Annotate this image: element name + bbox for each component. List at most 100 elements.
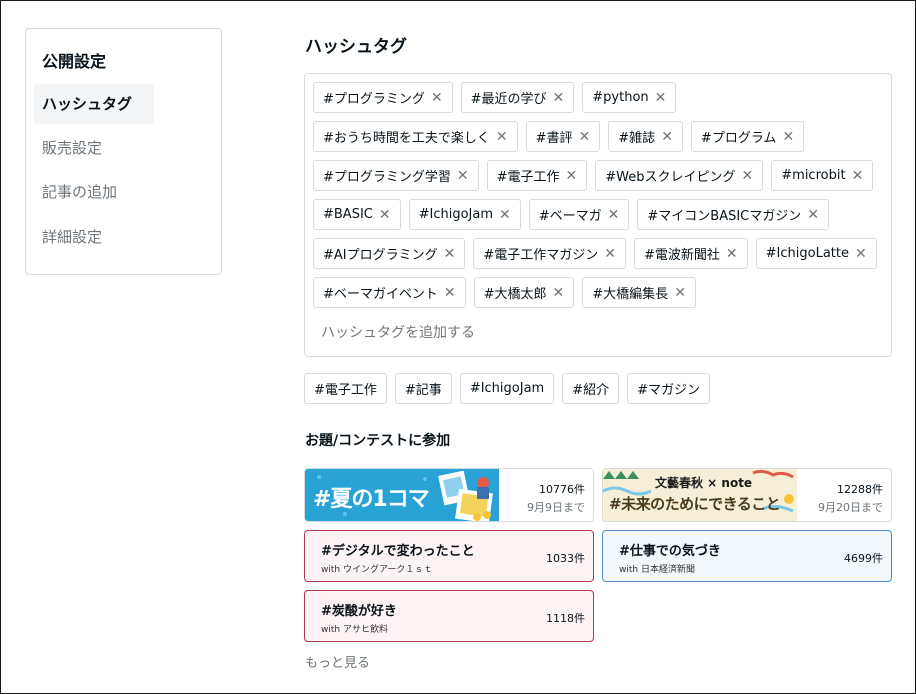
hashtag-chip[interactable]: #電子工作 ✕ [486, 160, 588, 191]
hashtag-chip-label: #IchigoJam [418, 207, 494, 222]
contest-entry-count: 10776件 [539, 483, 585, 496]
sidebar-item-details[interactable]: 詳細設定 [34, 217, 154, 257]
contest-banner-text: #未来のためにできること [609, 495, 781, 513]
hashtag-chip-label: #電子工作 [496, 170, 560, 185]
hashtag-chip[interactable]: #ベーマガ ✕ [528, 199, 630, 230]
hashtag-chip[interactable]: #最近の学び ✕ [460, 82, 575, 113]
remove-hashtag-icon[interactable]: ✕ [655, 90, 667, 106]
contest-title: #仕事での気づき [619, 544, 721, 559]
contest-entry-count: 12288件 [837, 483, 883, 496]
suggested-hashtag-chip[interactable]: #紹介 [562, 373, 620, 404]
remove-hashtag-icon[interactable]: ✕ [579, 129, 591, 145]
remove-hashtag-icon[interactable]: ✕ [726, 246, 738, 262]
hashtag-chip[interactable]: #大橋太郎 ✕ [473, 277, 575, 308]
remove-hashtag-icon[interactable]: ✕ [608, 207, 620, 223]
remove-hashtag-icon[interactable]: ✕ [444, 246, 456, 262]
hashtag-chip-label: #大橋編集長 [592, 287, 669, 302]
hashtag-input-box[interactable]: #プログラミング ✕ #最近の学び ✕ #python ✕ #おうち時間を工夫で楽しく ✕ #書… [304, 73, 892, 357]
hashtag-chip-label: #大橋太郎 [483, 287, 547, 302]
hashtag-chip-label: #ベーマガ [538, 209, 602, 224]
hashtag-chip[interactable]: #AIプログラミング ✕ [313, 238, 466, 269]
hashtag-chip[interactable]: #プログラム ✕ [690, 121, 805, 152]
contest-card-digital[interactable]: #デジタルで変わったこと with ウイングアーク１ｓｔ 1033件 [304, 530, 594, 582]
remove-hashtag-icon[interactable]: ✕ [431, 90, 443, 106]
contest-sponsor: with アサヒ飲料 [321, 625, 388, 635]
hashtag-chip[interactable]: #大橋編集長 ✕ [582, 277, 696, 308]
sidebar-item-sales[interactable]: 販売設定 [34, 128, 154, 168]
hashtag-chip[interactable]: #おうち時間を工夫で楽しく ✕ [313, 121, 518, 152]
hashtag-chip-label: #書評 [535, 131, 573, 146]
hashtag-add-input[interactable] [313, 316, 523, 349]
hashtag-chip[interactable]: #書評 ✕ [525, 121, 601, 152]
show-more-link[interactable]: もっと見る [305, 652, 370, 671]
remove-hashtag-icon[interactable]: ✕ [852, 168, 864, 184]
contest-card-soda[interactable]: #炭酸が好き with アサヒ飲料 1118件 [304, 590, 594, 642]
hashtag-chip[interactable]: #BASIC ✕ [313, 199, 401, 230]
remove-hashtag-icon[interactable]: ✕ [553, 285, 565, 301]
suggested-hashtag-chip[interactable]: #マガジン [627, 373, 711, 404]
contest-sponsor: with ウイングアーク１ｓｔ [321, 565, 433, 575]
suggested-hashtag-chip[interactable]: #IchigoJam [459, 373, 555, 404]
hashtag-chip-label: #プログラム [700, 131, 777, 146]
remove-hashtag-icon[interactable]: ✕ [807, 207, 819, 223]
remove-hashtag-icon[interactable]: ✕ [379, 207, 391, 223]
hashtag-chip[interactable]: #プログラミング ✕ [313, 82, 453, 113]
remove-hashtag-icon[interactable]: ✕ [742, 168, 754, 184]
hashtag-chip-label: #電波新聞社 [644, 248, 720, 263]
remove-hashtag-icon[interactable]: ✕ [457, 168, 469, 184]
remove-hashtag-icon[interactable]: ✕ [499, 207, 511, 223]
hashtag-chip[interactable]: #microbit ✕ [771, 160, 874, 191]
hashtag-chip-label: #電子工作マガジン [483, 248, 599, 263]
hashtag-chip[interactable]: #電子工作マガジン ✕ [473, 238, 626, 269]
hashtag-chip-label: #AIプログラミング [323, 248, 438, 263]
contest-card-summary[interactable]: #夏の1コマ 10776件 9月9日まで [304, 468, 594, 522]
hashtag-chip[interactable]: #雑誌 ✕ [608, 121, 683, 152]
contest-deadline: 9月20日まで [818, 501, 883, 514]
hashtag-chip-label: #プログラミング学習 [323, 170, 451, 185]
remove-hashtag-icon[interactable]: ✕ [444, 285, 456, 301]
hashtag-chip-label: #python [592, 90, 649, 105]
contest-banner-summary: #夏の1コマ [305, 469, 499, 521]
remove-hashtag-icon[interactable]: ✕ [661, 129, 673, 145]
hashtag-chip[interactable]: #python ✕ [582, 82, 677, 113]
hashtag-chip[interactable]: #ベーマガイベント ✕ [313, 277, 466, 308]
remove-hashtag-icon[interactable]: ✕ [782, 129, 794, 145]
remove-hashtag-icon[interactable]: ✕ [855, 246, 867, 262]
remove-hashtag-icon[interactable]: ✕ [566, 168, 578, 184]
hashtag-chip[interactable]: #IchigoJam ✕ [408, 199, 521, 230]
contest-banner-top-text: 文藝春秋 × note [655, 476, 753, 490]
sidebar-item-hashtag[interactable]: ハッシュタグ [34, 84, 154, 124]
remove-hashtag-icon[interactable]: ✕ [604, 246, 616, 262]
contest-entry-count: 1118件 [546, 612, 585, 625]
contest-section-title: お題/コンテストに参加 [305, 433, 451, 449]
contest-entry-count: 4699件 [844, 552, 883, 565]
hashtag-chip[interactable]: #IchigoLatte ✕ [755, 238, 877, 269]
hashtag-chip-label: #IchigoLatte [765, 246, 849, 261]
contest-card-future[interactable]: 文藝春秋 × note #未来のためにできること 12288件 9月20日まで [602, 468, 892, 522]
hashtag-chip-label: #マイコンBASICマガジン [647, 209, 802, 224]
sidebar-item-add-article[interactable]: 記事の追加 [34, 172, 154, 212]
hashtag-chip[interactable]: #プログラミング学習 ✕ [313, 160, 479, 191]
settings-sidebar: 公開設定 ハッシュタグ 販売設定 記事の追加 詳細設定 [25, 28, 222, 275]
hashtag-section-title: ハッシュタグ [305, 37, 407, 57]
contest-card-work[interactable]: #仕事での気づき with 日本経済新聞 4699件 [602, 530, 892, 582]
contest-title: #炭酸が好き [321, 604, 397, 619]
contest-entry-count: 1033件 [546, 552, 585, 565]
hashtag-chip-label: #プログラミング [323, 92, 425, 107]
hashtag-chip-label: #おうち時間を工夫で楽しく [323, 131, 490, 146]
hashtag-chip-label: #最近の学び [470, 92, 547, 107]
hashtag-chip[interactable]: #Webスクレイピング ✕ [595, 160, 764, 191]
suggested-hashtag-chip[interactable]: #電子工作 [304, 373, 387, 404]
hashtag-chip[interactable]: #マイコンBASICマガジン ✕ [637, 199, 829, 230]
hashtag-chip[interactable]: #電波新聞社 ✕ [634, 238, 748, 269]
contest-banner-text: #夏の1コマ [313, 487, 430, 512]
remove-hashtag-icon[interactable]: ✕ [674, 285, 686, 301]
contest-deadline: 9月9日まで [527, 501, 585, 514]
remove-hashtag-icon[interactable]: ✕ [553, 90, 565, 106]
hashtag-chip-label: #microbit [781, 168, 846, 183]
remove-hashtag-icon[interactable]: ✕ [496, 129, 508, 145]
suggested-hashtag-chip[interactable]: #記事 [394, 373, 452, 404]
contest-banner-future: 文藝春秋 × note #未来のためにできること [603, 469, 797, 521]
contest-title: #デジタルで変わったこと [321, 544, 475, 559]
contest-sponsor: with 日本経済新聞 [619, 565, 695, 575]
